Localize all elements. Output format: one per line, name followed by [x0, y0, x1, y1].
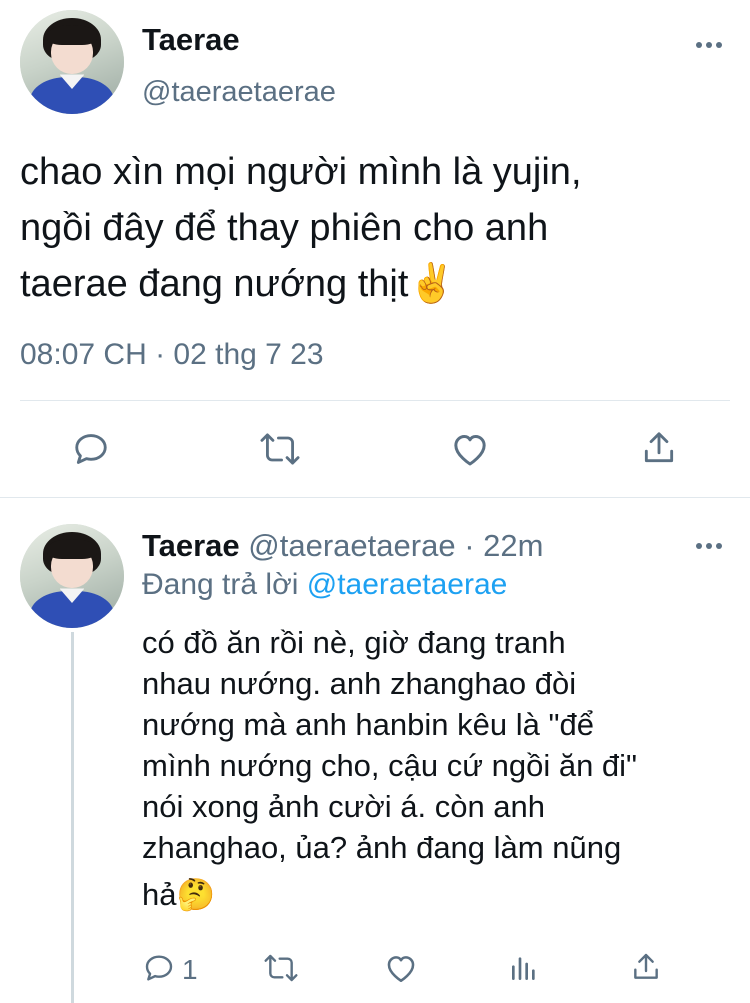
reply-text-line: có đồ ăn rồi nè, giờ đang tranh	[142, 625, 566, 660]
reply-header: Taerae @taeraetaerae · 22m	[142, 528, 543, 564]
tweet-text-line: taerae đang nướng thịt✌️	[20, 263, 456, 305]
reply-text-line: zhanghao, ủa? ảnh đang làm nũng	[142, 830, 622, 865]
reply-text: có đồ ăn rồi nè, giờ đang tranh nhau nướ…	[142, 622, 732, 915]
thread-line	[71, 632, 74, 1003]
reply-author-handle[interactable]: @taeraetaerae	[248, 528, 455, 563]
reply-text-line: mình nướng cho, cậu cứ ngồi ăn đi"	[142, 748, 638, 783]
reply-count: 1	[182, 954, 198, 985]
tweet-text-line: ngồi đây để thay phiên cho anh	[20, 207, 549, 249]
tweet-text-line: chao xìn mọi người mình là yujin,	[20, 151, 582, 193]
reply-text-line: nướng mà anh hanbin kêu là "để	[142, 707, 594, 742]
reply-text-line: hả🤔	[142, 877, 216, 912]
author-handle[interactable]: @taeraetaerae	[142, 76, 336, 109]
analytics-icon[interactable]	[508, 952, 540, 984]
retweet-icon[interactable]	[258, 430, 302, 468]
reply-text-line: nhau nướng. anh zhanghao đòi	[142, 666, 577, 701]
reply-share-icon[interactable]	[630, 950, 662, 984]
reply-retweet-icon[interactable]	[262, 952, 300, 984]
replying-to: Đang trả lời @taeraetaerae	[142, 568, 507, 602]
replying-prefix: Đang trả lời	[142, 568, 299, 601]
share-icon[interactable]	[640, 428, 678, 468]
section-divider	[0, 497, 750, 498]
more-options-icon[interactable]	[696, 42, 724, 50]
reply-reply-icon[interactable]	[142, 952, 176, 984]
replying-mention[interactable]: @taeraetaerae	[307, 568, 508, 601]
reply-text-line: nói xong ảnh cười á. còn anh	[142, 789, 546, 824]
reply-icon[interactable]	[72, 430, 110, 468]
tweet-timestamp[interactable]: 08:07 CH · 02 thg 7 23	[20, 338, 324, 372]
reply-avatar[interactable]	[20, 524, 124, 628]
avatar[interactable]	[20, 10, 124, 114]
tweet-text: chao xìn mọi người mình là yujin, ngồi đ…	[20, 144, 720, 312]
reply-more-options-icon[interactable]	[696, 543, 724, 551]
author-name[interactable]: Taerae	[142, 22, 240, 58]
reply-time[interactable]: · 22m	[464, 528, 543, 563]
reply-author-name[interactable]: Taerae	[142, 528, 240, 563]
like-icon[interactable]	[450, 430, 490, 468]
reply-like-icon[interactable]	[384, 952, 418, 984]
divider	[20, 400, 730, 401]
